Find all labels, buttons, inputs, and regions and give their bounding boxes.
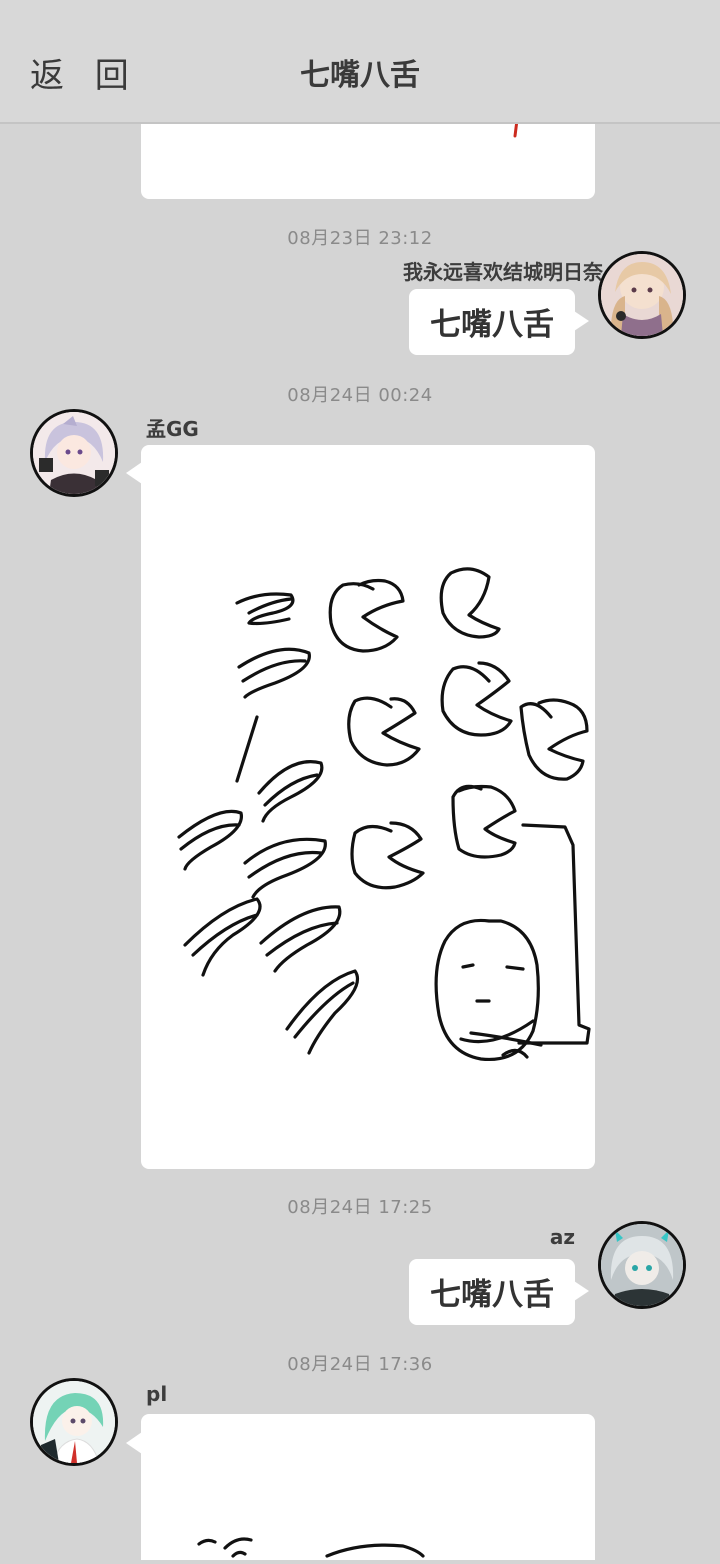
user-avatar[interactable] xyxy=(30,1378,118,1466)
top-bar: 返 回 七嘴八舌 xyxy=(0,0,720,124)
sender-name: pl xyxy=(146,1382,168,1406)
image-message[interactable] xyxy=(141,1414,595,1560)
user-avatar[interactable] xyxy=(598,1221,686,1309)
bubble-tail xyxy=(574,311,589,331)
text-message-bubble[interactable]: 七嘴八舌 xyxy=(409,1259,589,1325)
sender-name: az xyxy=(549,1225,575,1249)
page-title: 七嘴八舌 xyxy=(300,58,420,93)
message-timestamp: 08月23日 23:12 xyxy=(287,228,433,249)
doodle-drawing xyxy=(177,567,591,1062)
sender-name: 孟GG xyxy=(146,417,199,441)
message-timestamp: 08月24日 00:24 xyxy=(287,385,433,406)
message-text: 七嘴八舌 xyxy=(430,307,554,343)
sender-name: 我永远喜欢结城明日奈 xyxy=(403,260,603,284)
message-text: 七嘴八舌 xyxy=(430,1277,554,1313)
image-message[interactable] xyxy=(141,445,595,1169)
message-timestamp: 08月24日 17:36 xyxy=(287,1354,433,1375)
bubble-tail xyxy=(126,462,142,484)
user-avatar[interactable] xyxy=(598,251,686,339)
doodle-drawing-partial xyxy=(197,1537,425,1558)
message-timestamp: 08月24日 17:25 xyxy=(287,1197,433,1218)
bubble-tail xyxy=(574,1281,589,1301)
user-avatar[interactable] xyxy=(30,409,118,497)
text-message-bubble[interactable]: 七嘴八舌 xyxy=(409,289,589,355)
bubble-tail xyxy=(126,1432,142,1454)
